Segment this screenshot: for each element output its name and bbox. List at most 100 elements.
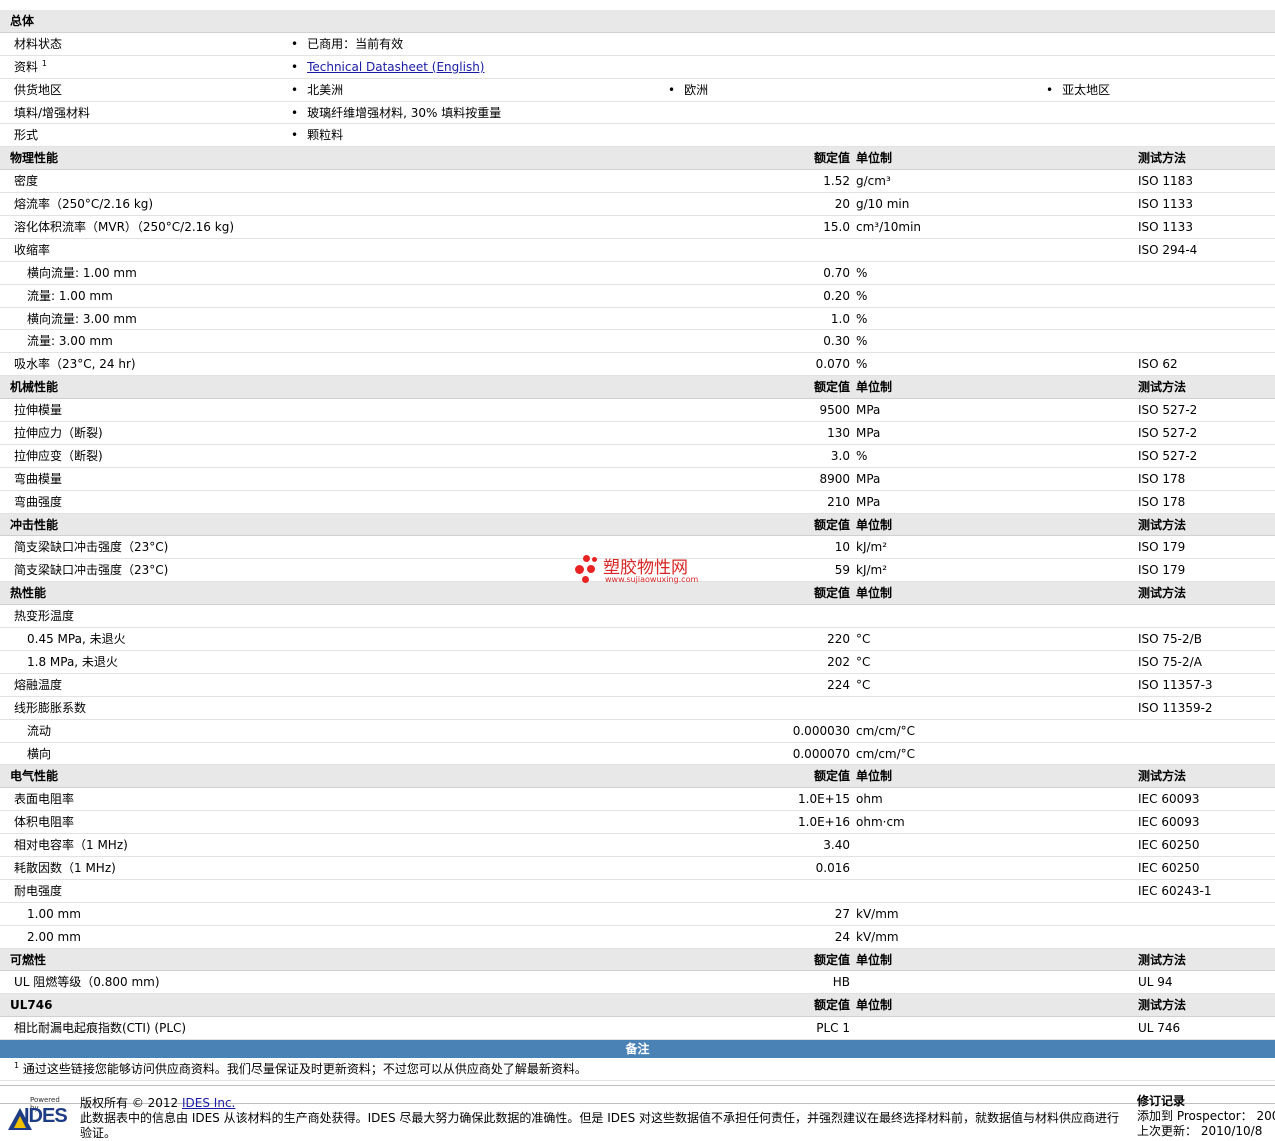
revision-updated: 上次更新： 2010/10/8 [1137,1124,1263,1138]
property-value: 210 [827,494,850,509]
property-label: 1.8 MPa, 未退火 [27,654,118,669]
copyright: 版权所有 © 2012 IDES Inc. [80,1096,1120,1111]
property-label: 简支梁缺口冲击强度（23°C) [14,563,169,578]
property-test-method: ISO 178 [1138,471,1186,486]
disclaimer: 此数据表中的信息由 IDES 从该材料的生产商处获得。IDES 尽最大努力确保此… [80,1111,1120,1140]
notes-header: 备注 [0,1040,1275,1059]
revision-added: 添加到 Prospector： 200 [1137,1109,1275,1123]
property-row: 拉伸应变（断裂) 3.0% ISO 527-2 [0,445,1275,468]
header-value: 额定值 [813,769,850,784]
technical-datasheet-link[interactable]: Technical Datasheet (English) [307,60,484,74]
property-value: 1.0 [830,311,850,326]
property-label: 热变形温度 [14,609,75,624]
general-row-regions: 供货地区 北美洲 欧洲 亚太地区 [0,79,1275,102]
filler-value: 玻璃纤维增强材料, 30% 填料按重量 [291,102,501,124]
ides-link[interactable]: IDES Inc. [182,1096,235,1110]
section-impact-header: 冲击性能 额定值 单位制 测试方法 [0,513,1275,537]
property-test-method: ISO 1133 [1138,197,1193,212]
property-label: 流量: 3.00 mm [27,334,113,349]
property-label: 溶化体积流率（MVR）（250°C/2.16 kg) [14,220,235,235]
property-label: 耐电强度 [14,883,63,898]
section-title: 冲击性能 [10,517,59,532]
section-title: 可燃性 [10,952,47,967]
property-value: 27 [834,906,850,921]
property-unit: kV/mm [856,906,899,921]
property-label: UL 阻燃等级（0.800 mm) [14,975,160,990]
property-unit: ohm·cm [856,815,905,830]
property-value: 0.016 [815,860,850,875]
row-label: 供货地区 [14,82,63,97]
property-value: 224 [827,677,850,692]
section-electrical-rows: 表面电阻率 1.0E+15 ohm IEC 60093 体积电阻率 1.0E+16 ohm·… [0,788,1275,949]
property-value: 0.000030 [792,723,850,738]
notes-item: 1 通过这些链接您能够访问供应商资料。我们尽量保证及时更新资料；不过您可以从供应… [0,1058,1275,1082]
property-test-method: ISO 179 [1138,563,1186,578]
header-value: 额定值 [813,151,850,166]
property-label: 拉伸应变（断裂) [14,448,103,463]
property-unit: cm³/10min [856,220,922,235]
property-value: 130 [827,426,850,441]
property-value: 24 [834,929,850,944]
header-test: 测试方法 [1138,586,1187,601]
property-value: HB [832,975,850,990]
property-unit: g/cm³ [856,174,891,189]
property-test-method: ISO 179 [1138,540,1186,555]
property-unit: MPa [856,471,881,486]
property-unit: °C [856,677,871,692]
revision-history: 修订记录 添加到 Prospector： 200 上次更新： 2010/10/8 [1137,1094,1275,1139]
property-test-method: UL 746 [1138,1021,1181,1036]
property-value: 9500 [819,403,850,418]
property-label: 弯曲模量 [14,471,63,486]
property-unit: °C [856,632,871,647]
footnote-ref: 1 [41,58,47,68]
watermark-url: www.sujiaowuxing.com [605,575,699,584]
footer: Powered by IDES 版权所有 © 2012 IDES Inc. 此数… [0,1085,1275,1140]
property-test-method: ISO 11359-2 [1138,700,1213,715]
section-title: 总体 [10,14,35,28]
section-flammability-header: 可燃性 额定值 单位制 测试方法 [0,948,1275,972]
property-value: 10 [834,540,850,555]
row-label: 填料/增强材料 [14,105,91,120]
property-value: 0.30 [823,334,850,349]
property-label: 0.45 MPa, 未退火 [27,632,126,647]
doc-label: 资料 [14,59,39,74]
property-row: 吸水率（23°C, 24 hr) 0.070% ISO 62 [0,353,1275,377]
general-row-form: 形式 颗粒料 [0,124,1275,148]
property-label: 拉伸模量 [14,403,63,418]
row-label: 形式 [14,128,39,143]
property-value: 8900 [819,471,850,486]
general-row-filler: 填料/增强材料 玻璃纤维增强材料, 30% 填料按重量 [0,102,1275,125]
property-row: 熔融温度 224 °C ISO 11357-3 [0,674,1275,697]
property-row: 耗散因数（1 MHz) 0.016 IEC 60250 [0,857,1275,880]
section-physical-rows: 密度 1.52 g/cm³ ISO 1183 熔流率（250°C/2.16 kg) 20 g… [0,170,1275,377]
property-label: 横向流量: 3.00 mm [27,311,137,326]
header-test: 测试方法 [1138,769,1187,784]
property-unit: ohm [856,792,883,807]
property-test-method: IEC 60250 [1138,860,1200,875]
property-row: 0.45 MPa, 未退火 220 °C ISO 75-2/B [0,628,1275,651]
property-label: 熔融温度 [14,677,63,692]
watermark: 塑胶物性网 www.sujiaowuxing.com [575,553,715,589]
property-row: 弯曲强度 210 MPa ISO 178 [0,491,1275,514]
property-test-method: IEC 60243-1 [1138,883,1212,898]
property-test-method: ISO 1183 [1138,174,1193,189]
notes-text: 1 通过这些链接您能够访问供应商资料。我们尽量保证及时更新资料；不过您可以从供应… [14,1058,587,1080]
property-row: 流量: 1.00 mm 0.20% [0,285,1275,308]
property-row: 2.00 mm 24 kV/mm [0,926,1275,949]
property-value: 3.40 [823,838,850,853]
property-label: 流量: 1.00 mm [27,288,113,303]
property-row: 横向流量: 1.00 mm 0.70% [0,262,1275,285]
property-test-method: IEC 60093 [1138,792,1200,807]
header-value: 额定值 [813,380,850,395]
property-test-method: ISO 75-2/B [1138,632,1202,647]
property-label: 拉伸应力（断裂) [14,426,103,441]
property-row: 线形膨胀系数 ISO 11359-2 [0,697,1275,720]
header-value: 额定值 [813,586,850,601]
property-unit: g/10 min [856,197,910,212]
property-unit: MPa [856,426,881,441]
header-test: 测试方法 [1138,151,1187,166]
property-value: 20 [834,197,850,212]
section-physical-header: 物理性能 额定值 单位制 测试方法 [0,147,1275,171]
footer-text: 版权所有 © 2012 IDES Inc. 此数据表中的信息由 IDES 从该材… [80,1096,1120,1141]
section-mechanical-header: 机械性能 额定值 单位制 测试方法 [0,376,1275,400]
